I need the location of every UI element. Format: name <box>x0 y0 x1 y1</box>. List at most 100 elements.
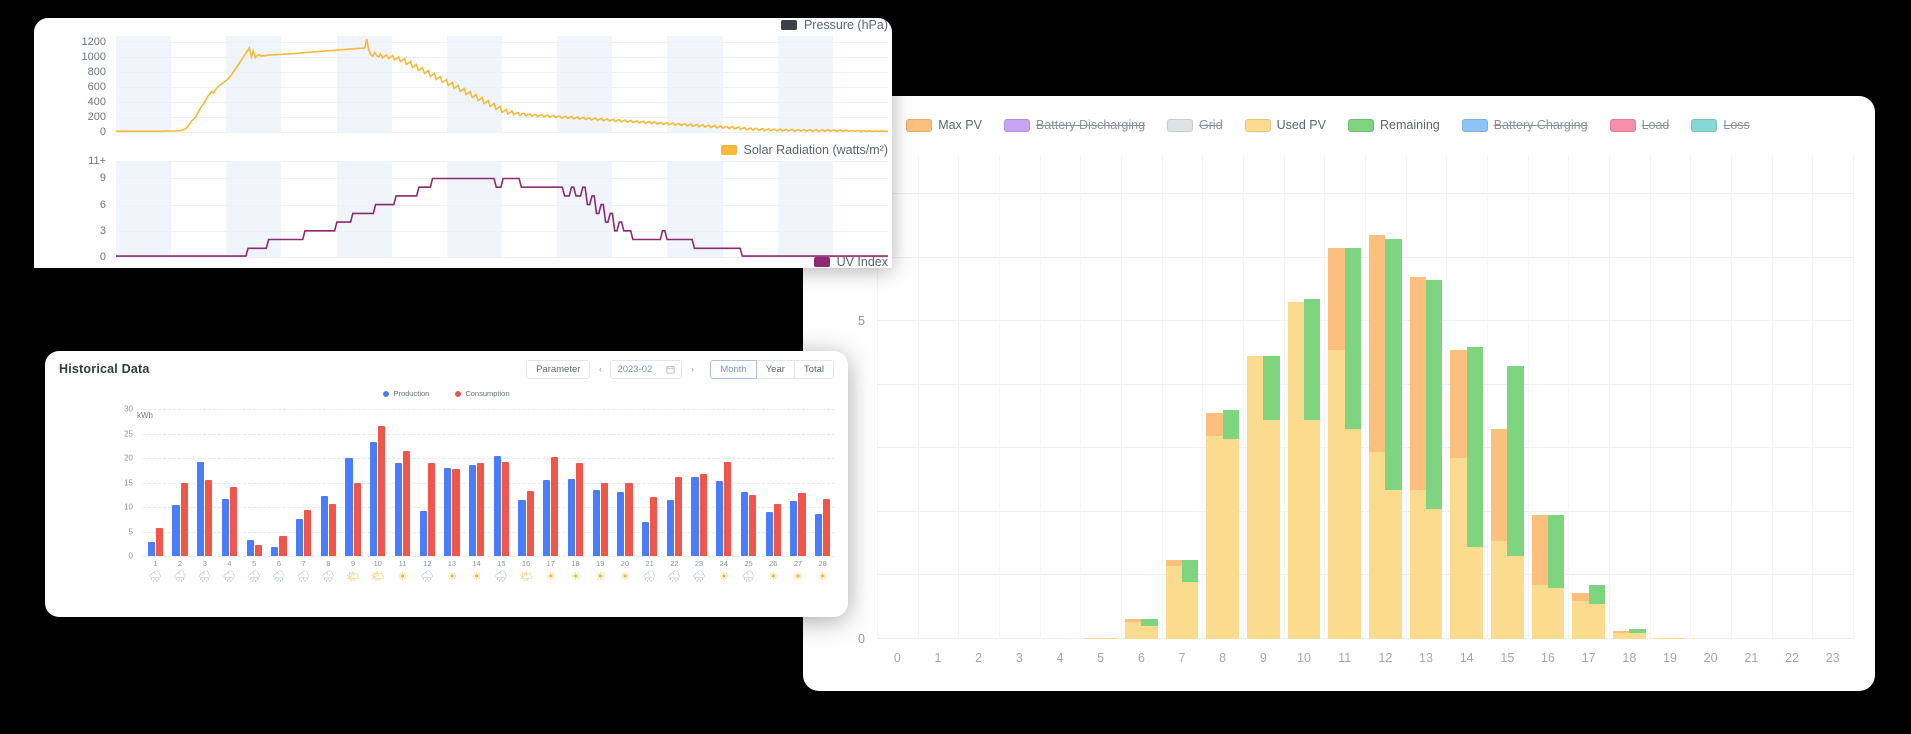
parameter-button[interactable]: Parameter <box>526 359 591 379</box>
pv-bar-group[interactable] <box>1409 156 1443 639</box>
uv-index-legend[interactable]: UV Index <box>813 255 888 268</box>
hist-bar-group[interactable] <box>468 409 485 556</box>
bar-segment-max-pv <box>1491 429 1508 639</box>
historical-data-legend: Production Consumption <box>45 389 848 398</box>
weather-rain-icon: 🌧 <box>222 571 237 583</box>
range-option-year[interactable]: Year <box>755 359 795 379</box>
next-period-button[interactable]: › <box>685 360 699 379</box>
range-option-month[interactable]: Month <box>710 359 757 379</box>
range-option-total[interactable]: Total <box>793 359 834 379</box>
pv-bar-group[interactable] <box>1003 156 1036 639</box>
hist-bar-group[interactable] <box>617 409 633 556</box>
hist-legend-item-consumption[interactable]: Consumption <box>455 389 510 398</box>
pv-bar-group[interactable] <box>1287 156 1321 639</box>
hist-bar-group[interactable] <box>345 409 361 556</box>
hist-bar-group[interactable] <box>370 409 386 556</box>
hist-bar-group[interactable] <box>740 409 757 556</box>
pv-bar-maxpv <box>1450 349 1467 639</box>
hist-bar-group[interactable] <box>271 409 287 556</box>
pv-legend-item-load[interactable]: Load <box>1609 118 1670 132</box>
pv-bar-group[interactable] <box>1653 156 1687 639</box>
hist-x-tick: 2 🌧 <box>173 559 187 584</box>
pv-legend-item-battery-discharging[interactable]: Battery Discharging <box>1003 118 1145 132</box>
hist-bar-group[interactable] <box>172 409 188 556</box>
uv-index-plot-area <box>116 161 888 258</box>
pv-x-tick-label: 23 <box>1825 651 1840 665</box>
hist-bar-group[interactable] <box>197 409 213 556</box>
hist-x-tick: 6 🌧 <box>272 559 286 584</box>
hist-x-tick-label: 5 <box>252 559 257 568</box>
hist-bar-group[interactable] <box>419 409 435 556</box>
pv-bar-group[interactable] <box>1084 156 1117 639</box>
pv-bar-group[interactable] <box>962 156 995 639</box>
gridline <box>1080 156 1082 639</box>
prev-period-button[interactable]: ‹ <box>593 360 607 379</box>
pv-legend-item-remaining[interactable]: Remaining <box>1348 118 1440 132</box>
pv-legend-label: Load <box>1641 118 1670 132</box>
pv-legend-item-loss[interactable]: Loss <box>1691 118 1750 132</box>
hist-bar-group[interactable] <box>320 409 336 556</box>
pv-bar-group[interactable] <box>1531 156 1565 639</box>
hist-bar-production <box>790 501 798 556</box>
hist-bar-group[interactable] <box>666 409 682 556</box>
hist-bar-group[interactable] <box>444 409 460 556</box>
gridline <box>1365 156 1366 639</box>
pv-legend-item-max-pv[interactable]: Max PV <box>906 118 982 132</box>
hist-bar-group[interactable] <box>790 409 806 556</box>
pv-bar-group[interactable] <box>1247 156 1280 639</box>
pv-bar-group[interactable] <box>1491 156 1524 639</box>
hist-bar-group[interactable] <box>716 409 732 556</box>
y-tick-label: 0 <box>99 126 106 138</box>
pv-bar-group[interactable] <box>1694 156 1727 639</box>
hist-bar-group[interactable] <box>246 409 262 556</box>
hist-legend-item-production[interactable]: Production <box>383 389 429 398</box>
pv-bar-group[interactable] <box>1776 156 1809 639</box>
hist-bar-group[interactable] <box>518 409 534 556</box>
hist-x-tick-label: 14 <box>472 559 481 568</box>
hist-bar-group[interactable] <box>641 409 658 556</box>
pv-bar-group[interactable] <box>1816 156 1849 639</box>
hist-bar-group[interactable] <box>691 409 707 556</box>
pv-x-tick-label: 7 <box>1178 651 1186 665</box>
hist-bar-group[interactable] <box>765 409 781 556</box>
hist-bar-group[interactable] <box>493 409 509 556</box>
pv-legend-item-grid[interactable]: Grid <box>1167 118 1223 132</box>
gridline <box>1690 156 1692 639</box>
hist-bar-group[interactable] <box>592 409 608 556</box>
pv-bar-maxpv <box>1409 276 1426 639</box>
pv-bar-group[interactable] <box>1450 156 1483 639</box>
pv-bar-group[interactable] <box>1369 156 1402 639</box>
pv-bar-group[interactable] <box>1125 156 1158 639</box>
pv-bar-maxpv <box>1247 356 1264 639</box>
date-picker[interactable]: 2023-02 <box>610 359 683 379</box>
pv-bar-group[interactable] <box>1206 156 1239 639</box>
pressure-legend[interactable]: Pressure (hPa) <box>780 18 888 32</box>
hist-bar-group[interactable] <box>295 409 312 556</box>
weather-sun-icon: ☀ <box>471 571 482 583</box>
pv-bar-group[interactable] <box>1735 156 1768 639</box>
hist-bar-group[interactable] <box>147 409 163 556</box>
weather-sun-icon: ☀ <box>718 571 729 583</box>
pv-bar-stack <box>1222 410 1239 639</box>
pv-legend-item-battery-charging[interactable]: Battery Charging <box>1461 118 1588 132</box>
hist-x-tick-label: 20 <box>620 559 630 568</box>
screenshot-root: Max PV Battery Discharging Grid Used PV Rema… <box>0 0 1911 734</box>
solar-radiation-legend[interactable]: Solar Radiation (watts/m²) <box>720 143 888 157</box>
hist-bar-consumption <box>699 473 707 556</box>
pv-legend-item-used-pv[interactable]: Used PV <box>1244 118 1326 132</box>
pv-bar-group[interactable] <box>1572 156 1605 639</box>
hist-bar-group[interactable] <box>221 409 238 556</box>
pv-bar-group[interactable] <box>1165 156 1199 639</box>
pv-bar-group[interactable] <box>922 156 955 639</box>
hist-bar-group[interactable] <box>567 409 584 556</box>
hist-x-tick-label: 9 <box>350 559 356 568</box>
pv-bar-group[interactable] <box>1328 156 1361 639</box>
hist-bar-group[interactable] <box>543 409 559 556</box>
hist-x-tick: 22 🌧 <box>667 559 681 584</box>
pv-x-tick-label: 12 <box>1378 651 1393 665</box>
hist-bar-group[interactable] <box>814 409 831 556</box>
hist-bar-group[interactable] <box>394 409 411 556</box>
hist-bar-consumption <box>650 497 658 556</box>
pv-bar-group[interactable] <box>1613 156 1646 639</box>
pv-bar-group[interactable] <box>1044 156 1077 639</box>
